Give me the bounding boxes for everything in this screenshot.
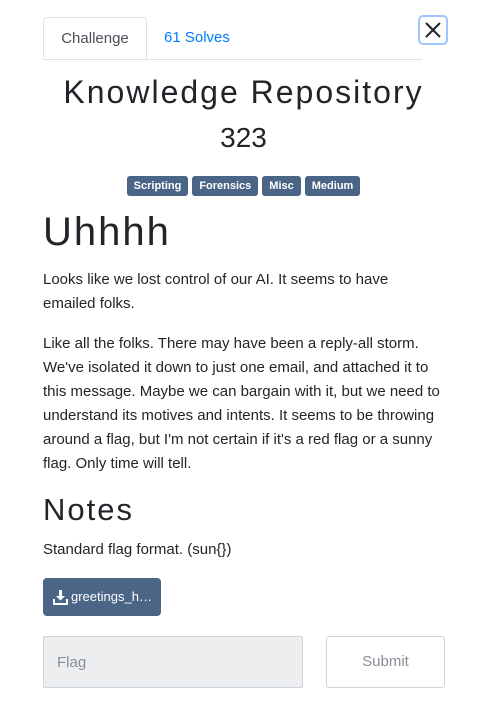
challenge-points: 323 bbox=[220, 122, 267, 153]
download-file-button[interactable]: greetings_human.zip bbox=[43, 578, 161, 616]
tab-challenge[interactable]: Challenge bbox=[43, 17, 147, 59]
submit-button[interactable]: Submit bbox=[326, 636, 445, 688]
tag-list: Scripting Forensics Misc Medium bbox=[0, 176, 487, 196]
tag-badge: Forensics bbox=[192, 176, 259, 196]
tag-badge: Misc bbox=[262, 176, 301, 196]
tag-badge: Scripting bbox=[126, 176, 189, 196]
notes-text: Standard flag format. (sun{}) bbox=[43, 541, 232, 558]
close-icon bbox=[425, 22, 441, 38]
description-paragraph: Looks like we lost control of our AI. It… bbox=[43, 271, 389, 312]
tag-badge: Medium bbox=[304, 176, 361, 196]
description-heading: Uhhhh bbox=[43, 210, 171, 254]
notes-heading: Notes bbox=[43, 492, 134, 527]
close-button[interactable] bbox=[418, 15, 448, 45]
file-name: greetings_human.zip bbox=[71, 589, 153, 604]
flag-input[interactable] bbox=[43, 636, 303, 688]
tab-solves[interactable]: 61 Solves bbox=[164, 17, 230, 59]
description-paragraph: Like all the folks. There may have been … bbox=[43, 335, 440, 472]
challenge-title: Knowledge Repository bbox=[63, 74, 424, 110]
challenge-tabs: Challenge 61 Solves bbox=[43, 17, 422, 60]
download-icon bbox=[53, 590, 68, 605]
